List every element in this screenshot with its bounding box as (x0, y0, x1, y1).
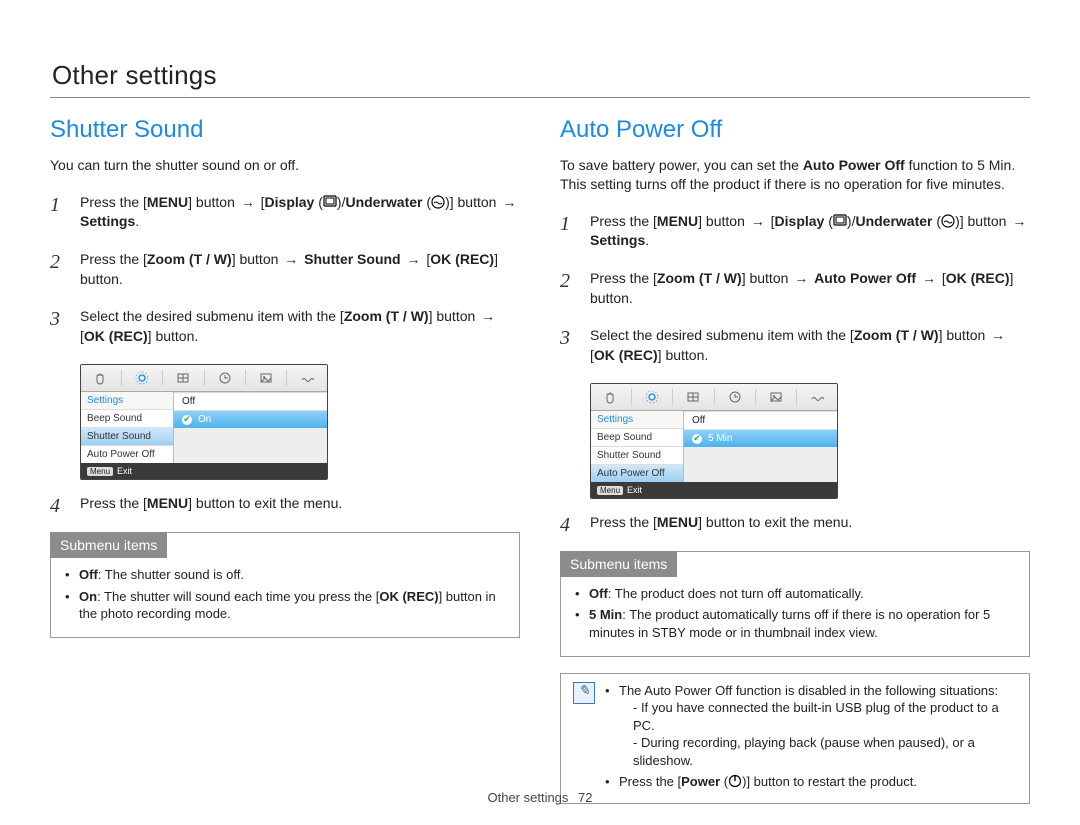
settings-screenshot: SettingsBeep SoundShutter SoundAuto Powe… (80, 364, 328, 480)
submenu-list: Off: The product does not turn off autom… (575, 585, 1015, 642)
mock-exit-bar: MenuExit (591, 482, 837, 498)
submenu-title: Submenu items (50, 532, 167, 558)
step: Press the [MENU] button to exit the menu… (50, 494, 520, 514)
submenu-list: Off: The shutter sound is off. On: The sh… (65, 566, 505, 623)
mock-exit-bar: MenuExit (81, 463, 327, 479)
section-shutter-sound-title: Shutter Sound (50, 116, 520, 144)
auto-power-off-note: ✎ The Auto Power Off function is disable… (560, 673, 1030, 804)
underwater-icon (431, 195, 445, 209)
page-footer: Other settings 72 (0, 790, 1080, 805)
mock-row: Beep Sound (81, 409, 173, 427)
page-title: Other settings (52, 60, 1030, 91)
step: Press the [MENU] button → [Display ()/Un… (50, 193, 520, 232)
mock-row: Shutter Sound (591, 446, 683, 464)
mock-option: 5 Min (684, 429, 837, 447)
shutter-sound-steps: Press the [MENU] button → [Display ()/Un… (50, 193, 520, 514)
auto-power-off-submenu-box: Submenu items Off: The product does not … (560, 551, 1030, 657)
mock-option: On (174, 410, 327, 428)
shutter-sound-intro: You can turn the shutter sound on or off… (50, 156, 520, 175)
step: Select the desired submenu item with the… (50, 307, 520, 346)
display-icon (833, 214, 847, 228)
note-icon: ✎ (573, 682, 595, 704)
mock-tab (287, 370, 327, 386)
settings-screenshot: SettingsBeep SoundShutter SoundAuto Powe… (590, 383, 838, 499)
step: Press the [MENU] button → [Display ()/Un… (560, 212, 1030, 251)
mock-settings-header: Settings (591, 411, 683, 428)
submenu-title: Submenu items (560, 551, 677, 577)
mock-settings-header: Settings (81, 392, 173, 409)
note-item-2: Press the [Power ()] button to restart t… (605, 773, 1017, 791)
submenu-item: On: The shutter will sound each time you… (65, 588, 505, 623)
page-number: 72 (578, 790, 592, 805)
mock-row: Auto Power Off (81, 445, 173, 463)
mock-tab (632, 389, 673, 405)
step: Press the [Zoom (T / W)] button → Shutte… (50, 250, 520, 289)
auto-power-off-intro: To save battery power, you can set the A… (560, 156, 1030, 194)
mock-tab (122, 370, 163, 386)
mock-option: Off (684, 411, 837, 429)
mock-tab (81, 370, 122, 386)
mock-tab (246, 370, 287, 386)
note-item-1: The Auto Power Off function is disabled … (605, 682, 1017, 770)
section-auto-power-off-title: Auto Power Off (560, 116, 1030, 144)
title-rule (50, 97, 1030, 98)
mock-tab (673, 389, 714, 405)
submenu-item: Off: The shutter sound is off. (65, 566, 505, 584)
mock-option: Off (174, 392, 327, 410)
left-column: Shutter Sound You can turn the shutter s… (50, 116, 520, 804)
underwater-icon (941, 214, 955, 228)
step: Select the desired submenu item with the… (560, 326, 1030, 365)
mock-row: Shutter Sound (81, 427, 173, 445)
auto-power-off-steps: Press the [MENU] button → [Display ()/Un… (560, 212, 1030, 533)
mock-tab (756, 389, 797, 405)
submenu-item: Off: The product does not turn off autom… (575, 585, 1015, 603)
shutter-sound-submenu-box: Submenu items Off: The shutter sound is … (50, 532, 520, 638)
mock-tab (715, 389, 756, 405)
mock-tab (797, 389, 837, 405)
mock-tab (205, 370, 246, 386)
display-icon (323, 195, 337, 209)
power-icon (728, 774, 742, 788)
mock-row: Auto Power Off (591, 464, 683, 482)
mock-tab (591, 389, 632, 405)
step: Press the [Zoom (T / W)] button → Auto P… (560, 269, 1030, 308)
submenu-item: 5 Min: The product automatically turns o… (575, 606, 1015, 641)
mock-row: Beep Sound (591, 428, 683, 446)
step: Press the [MENU] button to exit the menu… (560, 513, 1030, 533)
right-column: Auto Power Off To save battery power, yo… (560, 116, 1030, 804)
mock-tab (163, 370, 204, 386)
